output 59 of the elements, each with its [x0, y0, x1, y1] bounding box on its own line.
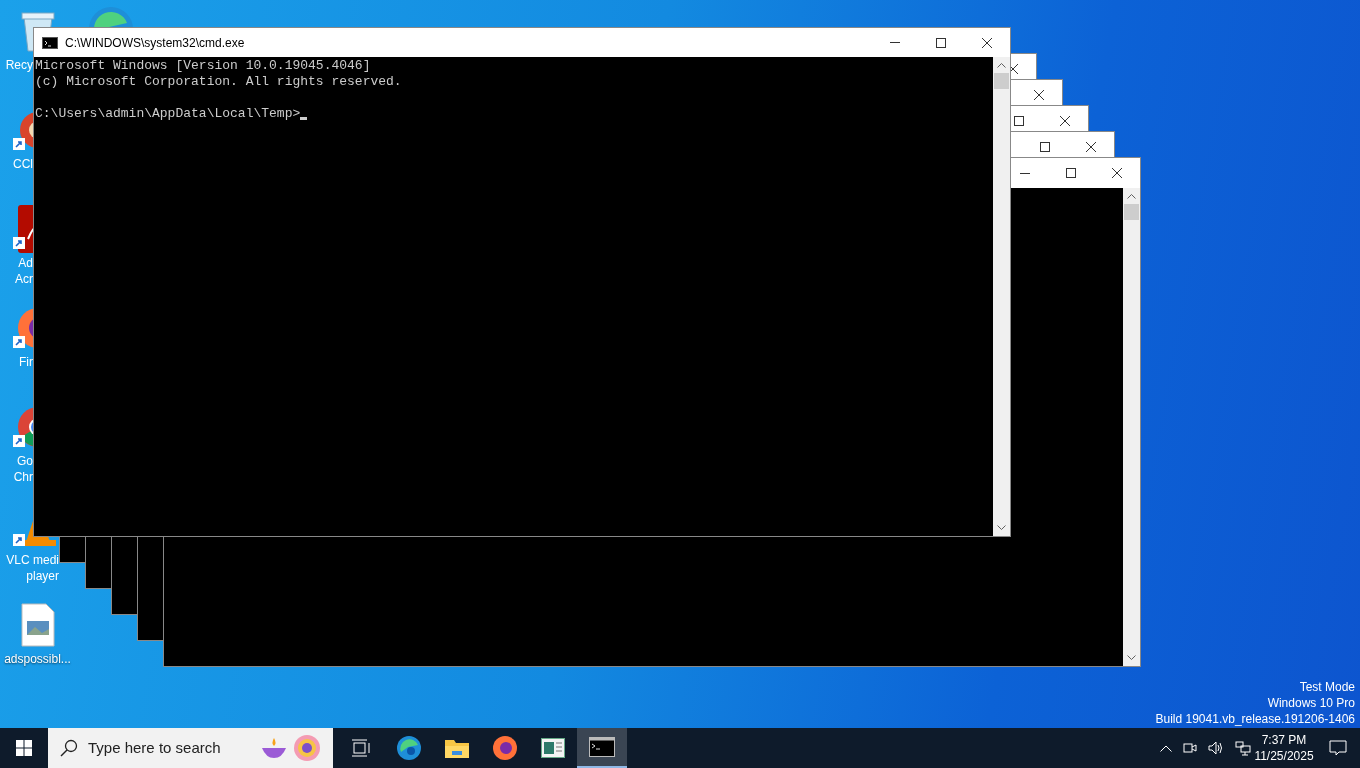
folder-icon	[444, 737, 470, 759]
icon-label[interactable]: Go	[17, 453, 33, 469]
close-icon[interactable]	[982, 37, 992, 48]
watermark-text: Build 19041.vb_release.191206-1406	[1155, 711, 1355, 727]
scrollbar[interactable]	[1123, 188, 1140, 666]
clock-time: 7:37 PM	[1261, 732, 1307, 748]
edge-icon	[396, 735, 422, 761]
console-line: Microsoft Windows [Version 10.0.19045.4046]	[35, 58, 372, 74]
network-icon[interactable]	[1235, 740, 1251, 756]
close-icon[interactable]	[1086, 142, 1096, 152]
chevron-up-icon[interactable]	[1160, 744, 1172, 752]
task-view-icon	[351, 739, 371, 757]
search-field[interactable]: Type here to search	[88, 736, 258, 760]
watermark-text: Test Mode	[1299, 679, 1355, 695]
icon-label[interactable]: player	[26, 568, 59, 584]
icon-label[interactable]: adspossibl...	[4, 651, 71, 667]
scrollbar-thumb[interactable]	[1124, 204, 1139, 220]
scroll-down-icon[interactable]	[997, 525, 1006, 530]
maximize-icon[interactable]	[1066, 168, 1076, 178]
close-icon[interactable]	[1112, 168, 1122, 178]
maximize-icon[interactable]	[1014, 116, 1024, 126]
close-icon[interactable]	[1008, 64, 1018, 74]
scroll-up-icon[interactable]	[997, 63, 1006, 68]
search-bar[interactable]: Type here to search	[48, 728, 333, 768]
command-prompt-icon	[589, 737, 615, 757]
clock[interactable]: 7:37 PM 11/25/2025	[1253, 728, 1315, 768]
window-title: C:\WINDOWS\system32\cmd.exe	[65, 34, 245, 52]
maximize-icon[interactable]	[1040, 142, 1050, 152]
scroll-up-icon[interactable]	[1127, 194, 1136, 199]
flower-icon	[292, 733, 322, 763]
icon-label[interactable]: CCl	[13, 156, 33, 172]
firefox-icon	[492, 735, 518, 761]
scrollbar-thumb[interactable]	[994, 73, 1009, 89]
close-icon[interactable]	[1060, 116, 1070, 126]
icon-label[interactable]: Ad	[18, 255, 33, 271]
watermark-text: Windows 10 Pro	[1267, 695, 1355, 711]
minimize-icon[interactable]	[1020, 172, 1030, 174]
icon-label[interactable]: Acr	[15, 271, 33, 287]
close-icon[interactable]	[1034, 90, 1044, 100]
icon-label[interactable]: VLC medi	[6, 552, 59, 568]
command-prompt-icon	[42, 36, 58, 49]
scrollbar[interactable]	[993, 57, 1010, 536]
console-prompt: C:\Users\admin\AppData\Local\Temp>	[35, 106, 301, 122]
notification-icon[interactable]	[1328, 739, 1347, 757]
windows-logo-icon	[16, 740, 32, 756]
clock-date: 11/25/2025	[1254, 748, 1314, 764]
icon-label[interactable]: Chr	[13, 469, 33, 485]
window-app-icon	[541, 738, 565, 758]
search-icon	[60, 739, 78, 757]
maximize-icon[interactable]	[936, 37, 946, 48]
icon-label[interactable]: Recy	[5, 57, 33, 73]
console-line: (c) Microsoft Corporation. All rights reserved.	[35, 74, 403, 90]
image-file-icon	[19, 603, 56, 647]
camera-icon[interactable]	[1183, 741, 1197, 755]
speaker-icon[interactable]	[1208, 741, 1224, 755]
icon-label[interactable]: Fir	[19, 354, 33, 370]
scroll-down-icon[interactable]	[1127, 655, 1136, 660]
taskbar-app[interactable]	[577, 728, 627, 768]
lamp-icon	[260, 737, 288, 759]
